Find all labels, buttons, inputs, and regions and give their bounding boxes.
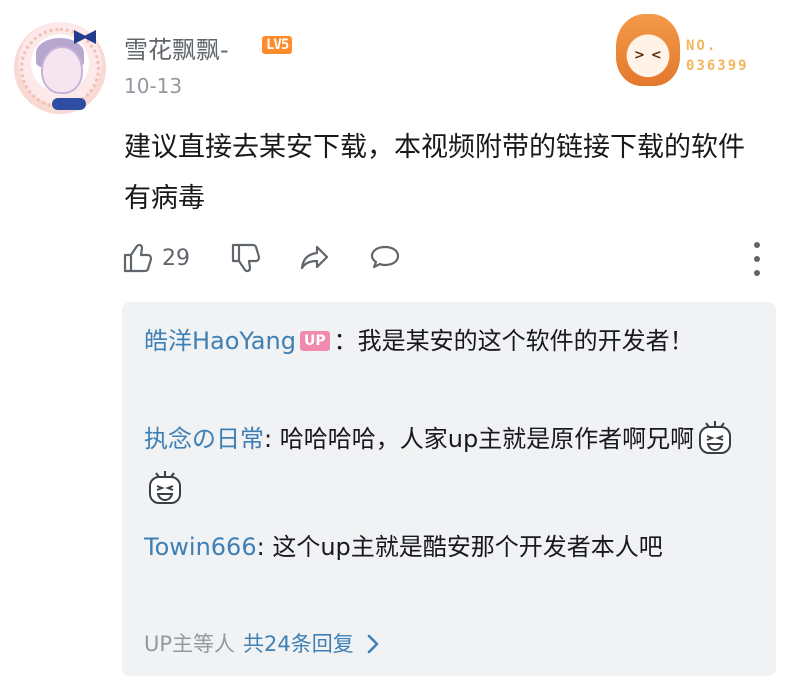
reply-text: 我是某安的这个软件的开发者！ — [357, 327, 694, 355]
fan-card-label: NO. — [686, 38, 718, 54]
reply-participants: UP主等人 — [144, 632, 236, 656]
chevron-right-icon — [367, 634, 379, 654]
fan-card-number: 036399 — [686, 58, 749, 74]
dislike-button[interactable] — [228, 238, 262, 278]
up-badge: UP — [299, 331, 330, 351]
comment-actions: 29 — [120, 238, 780, 278]
more-vertical-icon — [754, 242, 760, 248]
level-badge: LV5 — [262, 36, 293, 54]
share-button[interactable] — [298, 238, 332, 278]
reply-separator: ： — [333, 327, 358, 355]
reply-button[interactable] — [368, 238, 402, 278]
fan-card-badge[interactable]: >< NO. 036399 — [604, 12, 780, 92]
reply-author[interactable]: 执念の日常 — [144, 425, 264, 453]
reply-separator: : — [264, 425, 273, 453]
like-count: 29 — [162, 245, 190, 271]
avatar-face — [41, 46, 83, 94]
reply-author[interactable]: 皓洋HaoYang — [144, 327, 296, 355]
reply-separator: : — [256, 533, 265, 561]
reply-text: 这个up主就是酷安那个开发者本人吧 — [272, 533, 663, 561]
thumbs-down-icon — [231, 243, 261, 273]
fan-card-character-eyes: >< — [634, 48, 668, 63]
share-icon — [300, 245, 329, 270]
reply-item: 皓洋HaoYang UP ：我是某安的这个软件的开发者！ — [144, 316, 744, 366]
reply-preview-box[interactable]: 皓洋HaoYang UP ：我是某安的这个软件的开发者！ 执念の日常: 哈哈哈哈，人… — [122, 302, 776, 676]
reply-item: Towin666: 这个up主就是酷安那个开发者本人吧 — [144, 522, 744, 572]
reply-icon — [370, 245, 400, 269]
view-all-replies-link[interactable]: UP主等人 共24条回复 — [144, 624, 382, 664]
more-vertical-icon-dot — [754, 256, 760, 262]
laughing-emote-icon — [149, 471, 181, 504]
reply-item: 执念の日常: 哈哈哈哈，人家up主就是原作者啊兄啊 — [144, 414, 744, 514]
reply-author[interactable]: Towin666 — [144, 533, 257, 561]
more-vertical-icon-dot — [754, 270, 760, 276]
username[interactable]: 雪花飘飘- — [124, 30, 229, 65]
thumbs-up-icon — [123, 243, 153, 273]
laughing-emote-icon — [699, 421, 732, 454]
more-options-button[interactable] — [752, 242, 762, 276]
reply-text: 哈哈哈哈，人家up主就是原作者啊兄啊 — [279, 425, 695, 453]
comment-date: 10-13 — [124, 74, 183, 98]
avatar[interactable] — [14, 22, 106, 114]
reply-count-link[interactable]: 共24条回复 — [243, 624, 354, 664]
like-button[interactable]: 29 — [120, 238, 190, 278]
comment-text: 建议直接去某安下载，本视频附带的链接下载的软件有病毒 — [124, 132, 745, 214]
avatar-ribbon — [52, 98, 86, 110]
